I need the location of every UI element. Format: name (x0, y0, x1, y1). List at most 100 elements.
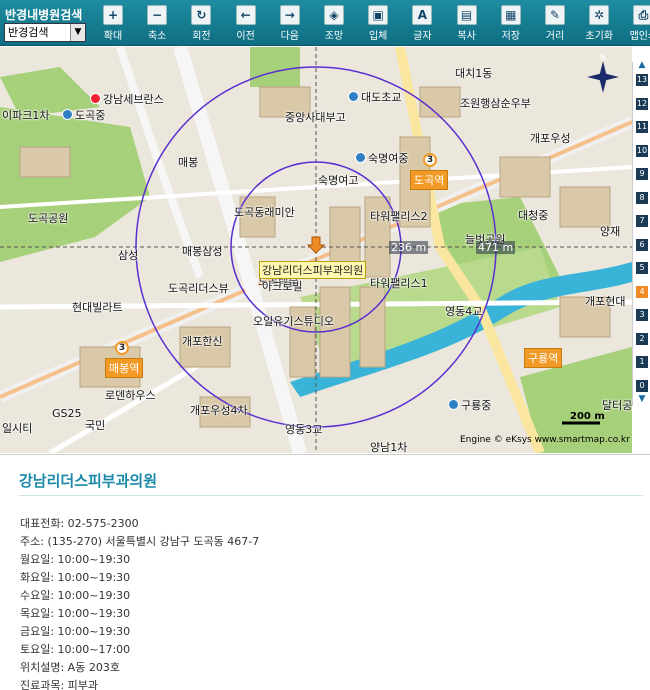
toolbar-button-label: 회전 (192, 31, 211, 42)
toolbar-button-reset[interactable]: ✲ 초기화 (579, 5, 619, 43)
school-icon (62, 109, 73, 120)
map-label: 이파크1차 (2, 109, 50, 122)
print-icon: ⎙ (633, 5, 650, 25)
zoom-level-bar: ▲ 13 12 11 10 9 8 7 6 5 4 3 2 1 0 ▼ (632, 60, 650, 406)
map-label: 타워팰리스2 (370, 210, 428, 223)
toolbar-button-save[interactable]: ▦ 저장 (491, 5, 531, 43)
zoom-level-2[interactable]: 2 (636, 332, 648, 345)
copy-icon: ▤ (456, 5, 477, 25)
toolbar-button-label: 초기화 (585, 31, 613, 42)
toolbar-button-label: 이전 (236, 31, 255, 42)
map-label: 숙명여중 (355, 150, 408, 166)
toolbar-button-label: 조망 (324, 31, 344, 42)
toolbar-button-3d[interactable]: ▣ 입체 (358, 5, 398, 43)
map-label: 구룡중 (448, 397, 491, 413)
clinic-map-label[interactable]: 강남리더스피부과의원 (259, 261, 367, 279)
toolbar-button-back[interactable]: ← 이전 (226, 5, 266, 43)
zoom-level-6[interactable]: 6 (636, 238, 648, 251)
toolbar-button-label: 복사 (457, 31, 476, 42)
info-row: 금요일: 10:00~19:30 (20, 625, 131, 638)
chevron-down-icon[interactable]: ▼ (70, 24, 85, 41)
toolbar-button-copy[interactable]: ▤ 복사 (447, 5, 487, 43)
chevron-up-icon[interactable]: ▲ (636, 60, 648, 70)
map-label: 개포우성 (530, 132, 571, 145)
compass-icon: N (587, 53, 619, 93)
info-row: 위치설명: A동 203호 (20, 661, 120, 674)
park-area (0, 107, 150, 262)
zoom-level-9[interactable]: 9 (636, 168, 648, 180)
map-label: 영동4교 (445, 305, 483, 318)
map-label: 개포한신 (182, 335, 223, 348)
svg-text:N: N (600, 53, 606, 62)
map-label: 타워팰리스1 (370, 277, 428, 290)
chevron-down-icon[interactable]: ▼ (636, 394, 648, 404)
school-icon (348, 91, 359, 102)
toolbar-button-print[interactable]: ⎙ 맵인쇄 (623, 5, 650, 43)
info-row: 월요일: 10:00~19:30 (20, 553, 131, 566)
text-icon: A (412, 5, 433, 25)
inner-radius-label: 236 m (389, 241, 429, 254)
school-icon (448, 399, 459, 410)
toolbar-button-rotate[interactable]: ↻ 회전 (181, 5, 221, 43)
subway-line-badge: 3 (115, 341, 129, 355)
info-row: 목요일: 10:00~19:30 (20, 607, 131, 620)
toolbar-button-label: 입체 (368, 31, 388, 42)
radius-select[interactable]: 반경검색 ▼ (4, 23, 86, 42)
toolbar-button-label: 거리 (545, 31, 565, 42)
zoom-level-13[interactable]: 13 (636, 74, 648, 86)
toolbar-button-forward[interactable]: → 다음 (270, 5, 310, 43)
map-label: 매봉 (178, 156, 199, 169)
zoom-level-5[interactable]: 5 (636, 262, 648, 274)
park-area (250, 47, 300, 87)
zoom-level-7[interactable]: 7 (636, 215, 648, 227)
info-row: 토요일: 10:00~17:00 (20, 643, 131, 656)
map-label: 강남세브란스 (90, 91, 164, 107)
zoom-level-11[interactable]: 11 (636, 121, 648, 133)
map-label: 오일유기스튜디오 (253, 315, 334, 328)
zoom-level-8[interactable]: 8 (636, 191, 648, 204)
zoom-out-icon: − (147, 5, 168, 25)
toolbar-button-zoom-in[interactable]: + 확대 (93, 5, 133, 43)
zoom-level-4[interactable]: 4 (636, 285, 648, 298)
map-view[interactable]: N 이파크1차 도곡중 강남세브란스 대치1동 대도초교 중앙사대부고 조원행삼… (0, 47, 632, 453)
zoom-level-1[interactable]: 1 (636, 356, 648, 368)
map-label: 로덴하우스 (105, 389, 156, 402)
3d-icon: ▣ (368, 5, 389, 25)
station-label-dogok[interactable]: 도곡역 (410, 170, 449, 190)
school-icon (355, 152, 366, 163)
station-label-maebong[interactable]: 매봉역 (105, 358, 144, 378)
info-row: 화요일: 10:00~19:30 (20, 571, 131, 584)
map-label: 숙명여고 (318, 174, 359, 187)
toolbar-button-label: 축소 (147, 31, 167, 42)
map-label: 양남1차 (370, 441, 408, 453)
toolbar-button-zoom-out[interactable]: − 축소 (137, 5, 177, 43)
radius-search-title: 반경내병원검색 (5, 8, 83, 22)
outer-radius-label: 471 m (476, 241, 516, 254)
zoom-level-12[interactable]: 12 (636, 97, 648, 110)
zoom-level-10[interactable]: 10 (636, 144, 648, 157)
info-row: 진료과목: 피부과 (20, 679, 99, 690)
map-label: 아크로빌 (262, 280, 303, 293)
map-label: 대도초교 (348, 89, 401, 105)
map-label: 현대빌라트 (72, 301, 123, 314)
map-label: 도곡동래미안 (234, 206, 295, 219)
subway-line-badge: 3 (423, 153, 437, 167)
toolbar-button-label: 맵인쇄 (629, 31, 650, 42)
map-label: 도곡공원 (28, 212, 69, 225)
map-label: 영동3교 (285, 423, 323, 436)
hospital-icon (90, 93, 101, 104)
toolbar-button-text[interactable]: A 글자 (402, 5, 442, 43)
toolbar-button-distance[interactable]: ✎ 거리 (535, 5, 575, 43)
map-copyright: Engine © eKsys www.smartmap.co.kr (460, 435, 630, 445)
map-label: 대치1동 (455, 67, 493, 80)
clinic-info-panel: 강남리더스피부과의원 대표전화: 02-575-2300 주소: (135-270… (0, 454, 650, 690)
toolbar-button-view[interactable]: ◈ 조망 (314, 5, 354, 43)
reset-icon: ✲ (589, 5, 610, 25)
distance-icon: ✎ (545, 5, 565, 25)
zoom-level-0[interactable]: 0 (636, 379, 648, 392)
map-label: 도곡중 (62, 107, 105, 123)
map-label: 중앙사대부고 (285, 111, 346, 124)
zoom-level-3[interactable]: 3 (636, 309, 648, 321)
divider (19, 495, 643, 496)
station-label-guryong[interactable]: 구룡역 (524, 348, 563, 368)
